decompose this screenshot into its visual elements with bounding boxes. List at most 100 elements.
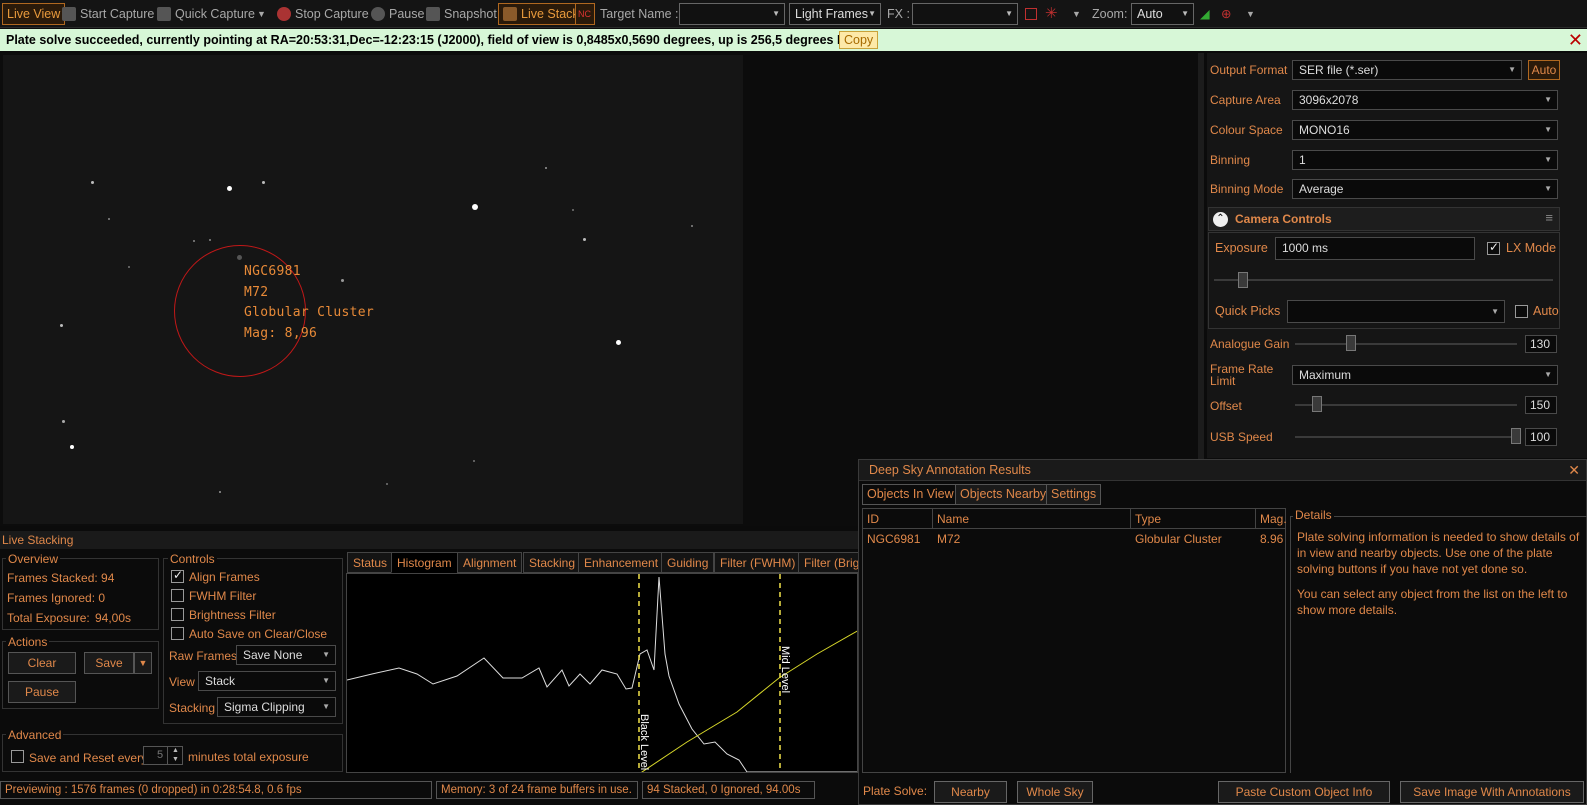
dialog-title-bar[interactable]: Deep Sky Annotation Results ✕: [859, 460, 1586, 481]
colour-space-select[interactable]: MONO16 ▼: [1292, 120, 1558, 140]
snapshot-button[interactable]: Snapshot: [426, 3, 497, 25]
clear-button[interactable]: Clear: [8, 652, 76, 674]
vertical-scrollbar[interactable]: [1198, 53, 1204, 526]
row-id: NGC6981: [867, 532, 921, 546]
table-header: ID Name Type Mag.: [863, 509, 1287, 529]
image-viewer[interactable]: NGC6981 M72 Globular Cluster Mag: 8,96: [0, 53, 1204, 526]
column-mag[interactable]: Mag.: [1256, 509, 1287, 529]
live-view-label: Live View: [7, 7, 61, 21]
tab-enhancement[interactable]: Enhancement: [578, 552, 665, 573]
snapshot-icon: [426, 7, 440, 21]
usb-speed-slider-track[interactable]: [1295, 436, 1517, 438]
quick-picks-select[interactable]: ▼: [1287, 300, 1505, 323]
usb-speed-input[interactable]: 100: [1525, 428, 1557, 446]
status-stacked: 94 Stacked, 0 Ignored, 94.00s: [642, 781, 815, 799]
live-view-button[interactable]: Live View: [2, 3, 66, 25]
tab-histogram[interactable]: Histogram: [391, 552, 458, 573]
column-type[interactable]: Type: [1131, 509, 1256, 529]
lx-mode-checkbox[interactable]: [1487, 240, 1500, 255]
offset-input[interactable]: 150: [1525, 396, 1557, 414]
star: [386, 483, 388, 485]
save-button[interactable]: Save: [84, 652, 134, 674]
binning-select[interactable]: 1 ▼: [1292, 150, 1558, 170]
fx-select[interactable]: ▼: [912, 3, 1018, 25]
usb-speed-label: USB Speed: [1210, 430, 1273, 444]
offset-slider-thumb[interactable]: [1312, 396, 1322, 412]
raw-frames-select[interactable]: Save None ▼: [236, 645, 336, 665]
annotate-icon[interactable]: ✳: [1045, 3, 1058, 25]
frame-rate-select[interactable]: Maximum ▼: [1292, 365, 1558, 385]
tab-filter-fwhm[interactable]: Filter (FWHM): [714, 552, 802, 573]
analogue-gain-input[interactable]: 130: [1525, 335, 1557, 353]
reticle-icon[interactable]: [1025, 3, 1037, 25]
pause-stacking-button[interactable]: Pause: [8, 681, 76, 703]
more-dropdown[interactable]: ▼: [1246, 3, 1255, 25]
save-dropdown-button[interactable]: ▼: [134, 652, 152, 674]
save-image-annotations-button[interactable]: Save Image With Annotations: [1400, 781, 1584, 803]
actions-title: Actions: [6, 635, 50, 649]
fwhm-filter-checkbox[interactable]: [171, 589, 184, 602]
whole-sky-button[interactable]: Whole Sky: [1017, 781, 1093, 803]
menu-icon[interactable]: ≡: [1545, 210, 1553, 225]
start-capture-label: Start Capture: [80, 7, 155, 21]
histogram-icon[interactable]: ◢: [1200, 3, 1210, 25]
tab-objects-nearby[interactable]: Objects Nearby: [955, 484, 1052, 505]
zoom-select[interactable]: Auto ▼: [1131, 3, 1194, 25]
column-name[interactable]: Name: [933, 509, 1131, 529]
tab-settings[interactable]: Settings: [1046, 484, 1102, 505]
tab-guiding[interactable]: Guiding: [661, 552, 715, 573]
quick-capture-dropdown[interactable]: ▼: [257, 3, 266, 25]
auto-save-checkbox[interactable]: [171, 627, 184, 640]
tab-stacking[interactable]: Stacking: [523, 552, 582, 573]
zoom-icon[interactable]: ⊕: [1221, 3, 1231, 25]
stacking-select[interactable]: Sigma Clipping ▼: [217, 697, 336, 717]
star: [583, 238, 586, 241]
offset-slider-track[interactable]: [1295, 404, 1517, 406]
tab-alignment[interactable]: Alignment: [457, 552, 523, 573]
exposure-slider-thumb[interactable]: [1238, 272, 1248, 288]
copy-button[interactable]: Copy: [839, 31, 879, 49]
usb-speed-slider-thumb[interactable]: [1511, 428, 1521, 444]
stop-capture-button[interactable]: Stop Capture: [277, 3, 369, 25]
live-stack-button[interactable]: Live Stack: [498, 3, 584, 25]
table-row[interactable]: NGC6981 M72 Globular Cluster 8.96: [863, 529, 1285, 549]
align-frames-checkbox[interactable]: [171, 568, 184, 583]
paste-custom-object-button[interactable]: Paste Custom Object Info: [1218, 781, 1390, 803]
details-text-1: Plate solving information is needed to s…: [1297, 530, 1580, 576]
pause-button[interactable]: Pause: [371, 3, 424, 25]
plate-solve-label: Plate Solve:: [863, 784, 928, 798]
analogue-gain-slider-thumb[interactable]: [1346, 335, 1356, 351]
tab-objects-in-view[interactable]: Objects In View: [862, 484, 959, 505]
nearby-button[interactable]: Nearby: [934, 781, 1007, 803]
binning-mode-select[interactable]: Average ▼: [1292, 179, 1558, 199]
frame-type-select[interactable]: Light Frames ▼: [789, 3, 881, 25]
save-reset-checkbox[interactable]: [11, 750, 24, 763]
start-capture-button[interactable]: Start Capture: [62, 3, 154, 25]
exposure-slider-track[interactable]: [1214, 279, 1553, 281]
target-name-input[interactable]: ▼: [679, 3, 785, 25]
close-icon[interactable]: ✕: [1568, 29, 1583, 51]
tab-status[interactable]: Status: [347, 552, 394, 573]
tab-filter-brightness[interactable]: Filter (Brig: [798, 552, 858, 573]
capture-area-select[interactable]: 3096x2078 ▼: [1292, 90, 1558, 110]
close-icon[interactable]: ✕: [1568, 460, 1580, 481]
controls-title: Controls: [168, 552, 217, 566]
auto-format-button[interactable]: Auto: [1528, 60, 1560, 80]
histogram-panel[interactable]: Black Level Mid Level: [346, 573, 858, 773]
collapse-icon[interactable]: ⌃: [1213, 212, 1228, 227]
brightness-filter-checkbox[interactable]: [171, 608, 184, 621]
exposure-input[interactable]: 1000 ms: [1275, 237, 1475, 260]
frames-ignored: Frames Ignored: 0: [7, 591, 106, 605]
column-id[interactable]: ID: [863, 509, 933, 529]
camera-controls-header[interactable]: ⌃ Camera Controls ≡: [1208, 207, 1560, 231]
frames-stacked: Frames Stacked: 94: [7, 571, 115, 585]
quick-picks-auto-checkbox[interactable]: [1515, 305, 1528, 318]
nc-icon[interactable]: NC: [575, 3, 595, 25]
output-format-select[interactable]: SER file (*.ser) ▼: [1292, 60, 1522, 80]
view-select[interactable]: Stack ▼: [198, 671, 336, 691]
quick-capture-button[interactable]: Quick Capture: [157, 3, 255, 25]
spinner-arrows-icon[interactable]: ▲ ▼: [167, 746, 183, 765]
star: [227, 186, 232, 191]
analogue-gain-slider-track[interactable]: [1295, 343, 1517, 345]
tools-dropdown[interactable]: ▼: [1072, 3, 1081, 25]
